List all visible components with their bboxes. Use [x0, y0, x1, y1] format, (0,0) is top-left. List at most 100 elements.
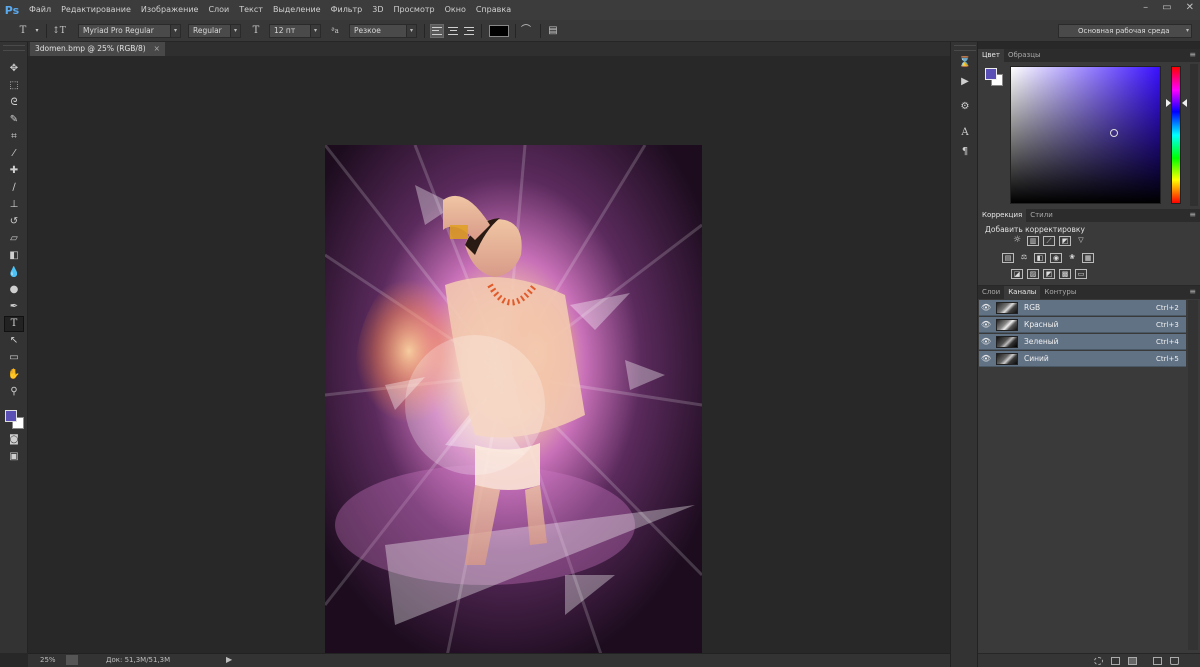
tab-styles[interactable]: Стили	[1026, 209, 1057, 222]
new-channel-icon[interactable]	[1128, 657, 1137, 665]
clone-stamp-tool-icon[interactable]: ⊥	[5, 198, 23, 212]
curves-icon[interactable]: ⟋	[1043, 236, 1055, 246]
levels-icon[interactable]: ▥	[1027, 236, 1039, 246]
menu-edit[interactable]: Редактирование	[56, 0, 136, 20]
zoom-level[interactable]: 25%	[40, 656, 56, 664]
foreground-color-swatch[interactable]	[5, 410, 17, 422]
rectangle-tool-icon[interactable]: ▭	[5, 351, 23, 365]
visibility-eye-icon[interactable]: 👁	[979, 337, 993, 346]
tool-preset-dropdown-icon[interactable]: ▾	[30, 24, 44, 38]
color-field[interactable]	[1010, 66, 1161, 204]
tool-preset-type-icon[interactable]: T	[16, 24, 30, 38]
gradient-map-icon[interactable]: ▭	[1075, 269, 1087, 279]
type-tool-icon[interactable]: T	[4, 316, 24, 332]
character-icon[interactable]: A	[958, 126, 972, 140]
eraser-tool-icon[interactable]: ▱	[5, 232, 23, 246]
zoom-tool-icon[interactable]: ⚲	[5, 385, 23, 399]
panel-grip[interactable]	[3, 45, 25, 51]
marquee-tool-icon[interactable]: ⬚	[5, 79, 23, 93]
menu-window[interactable]: Окно	[440, 0, 471, 20]
font-size-select[interactable]: 12 пт ▾	[269, 24, 321, 38]
restore-button[interactable]: ▭	[1162, 2, 1171, 13]
channel-row-red[interactable]: 👁 Красный Ctrl+3	[979, 317, 1186, 333]
menu-3d[interactable]: 3D	[367, 0, 388, 20]
crop-tool-icon[interactable]: ⌗	[5, 130, 23, 144]
foreground-color-chip[interactable]	[985, 68, 997, 80]
path-selection-tool-icon[interactable]: ↖	[5, 334, 23, 348]
menu-view[interactable]: Просмотр	[389, 0, 440, 20]
hue-slider-marker-right[interactable]	[1182, 99, 1187, 107]
share-icon[interactable]	[66, 655, 78, 665]
hue-slider-marker-left[interactable]	[1166, 99, 1171, 107]
close-button[interactable]: ✕	[1186, 2, 1194, 13]
channel-row-blue[interactable]: 👁 Синий Ctrl+5	[979, 351, 1186, 367]
color-swatches[interactable]	[5, 410, 27, 432]
close-tab-icon[interactable]: ×	[154, 42, 160, 56]
trash-icon[interactable]	[1170, 657, 1179, 665]
canvas-area[interactable]	[28, 56, 950, 666]
tab-channels[interactable]: Каналы	[1004, 286, 1041, 299]
channels-scrollbar[interactable]	[1188, 300, 1198, 650]
eyedropper-tool-icon[interactable]: ⁄	[5, 147, 23, 161]
dock-grip[interactable]	[954, 45, 976, 51]
hue-saturation-icon[interactable]: ▤	[1002, 253, 1014, 263]
character-panel-icon[interactable]: ▤	[546, 24, 560, 38]
new-channel-page-icon[interactable]	[1153, 657, 1162, 665]
tab-swatches[interactable]: Образцы	[1004, 49, 1045, 62]
channel-row-green[interactable]: 👁 Зеленый Ctrl+4	[979, 334, 1186, 350]
vibrance-icon[interactable]: ▽	[1075, 236, 1087, 246]
panel-menu-icon[interactable]: ≡	[1189, 287, 1196, 296]
text-orientation-icon[interactable]: ↕T	[52, 24, 66, 38]
move-tool-icon[interactable]: ✥	[5, 62, 23, 76]
quick-mask-icon[interactable]: ◙	[5, 433, 23, 447]
visibility-eye-icon[interactable]: 👁	[979, 354, 993, 363]
history-brush-tool-icon[interactable]: ↺	[5, 215, 23, 229]
actions-play-icon[interactable]: ▶	[958, 75, 972, 89]
document-tab[interactable]: 3domen.bmp @ 25% (RGB/8) ×	[30, 42, 165, 56]
menu-image[interactable]: Изображение	[136, 0, 204, 20]
menu-type[interactable]: Текст	[234, 0, 268, 20]
posterize-icon[interactable]: ▨	[1027, 269, 1039, 279]
brush-tool-icon[interactable]: ∕	[5, 181, 23, 195]
font-family-select[interactable]: Myriad Pro Regular ▾	[78, 24, 181, 38]
tab-adjustments[interactable]: Коррекция	[978, 209, 1027, 222]
history-icon[interactable]: ⌛	[958, 56, 972, 70]
visibility-eye-icon[interactable]: 👁	[979, 320, 993, 329]
lasso-tool-icon[interactable]: ᘓ	[5, 96, 23, 110]
panel-menu-icon[interactable]: ≡	[1189, 210, 1196, 219]
menu-file[interactable]: Файл	[24, 0, 56, 20]
properties-icon[interactable]: ⚙	[958, 100, 972, 114]
font-style-select[interactable]: Regular ▾	[188, 24, 241, 38]
photo-filter-icon[interactable]: ◉	[1050, 253, 1062, 263]
align-center-button[interactable]	[447, 25, 459, 37]
save-selection-icon[interactable]	[1111, 657, 1120, 665]
antialias-select[interactable]: Резкое ▾	[349, 24, 417, 38]
menu-layers[interactable]: Слои	[203, 0, 234, 20]
hand-tool-icon[interactable]: ✋	[5, 368, 23, 382]
visibility-eye-icon[interactable]: 👁	[979, 303, 993, 312]
brightness-contrast-icon[interactable]: ☼	[1011, 236, 1023, 246]
status-menu-arrow-icon[interactable]: ▶	[226, 655, 232, 664]
blur-tool-icon[interactable]: 💧	[5, 266, 23, 280]
workspace-select[interactable]: Основная рабочая среда ▾	[1058, 24, 1192, 38]
hue-slider[interactable]	[1171, 66, 1181, 204]
exposure-icon[interactable]: ◩	[1059, 236, 1071, 246]
tab-color[interactable]: Цвет	[978, 49, 1004, 62]
tab-layers[interactable]: Слои	[978, 286, 1004, 299]
panel-menu-icon[interactable]: ≡	[1189, 50, 1196, 59]
paragraph-icon[interactable]: ¶	[958, 145, 972, 159]
color-picker-ring[interactable]	[1110, 129, 1118, 137]
load-selection-icon[interactable]	[1094, 657, 1103, 665]
spot-healing-tool-icon[interactable]: ✚	[5, 164, 23, 178]
warp-text-icon[interactable]: ⌒	[519, 24, 533, 38]
quick-selection-tool-icon[interactable]: ✎	[5, 113, 23, 127]
minimize-button[interactable]: –	[1143, 2, 1148, 13]
color-balance-icon[interactable]: ⚖	[1018, 253, 1030, 263]
align-left-button[interactable]	[430, 24, 444, 38]
menu-filter[interactable]: Фильтр	[326, 0, 368, 20]
pen-tool-icon[interactable]: ✒	[5, 300, 23, 314]
text-color-swatch[interactable]	[489, 25, 509, 37]
color-panel-scrollbar[interactable]	[1190, 64, 1198, 206]
color-lookup-icon[interactable]: ▦	[1082, 253, 1094, 263]
black-white-icon[interactable]: ◧	[1034, 253, 1046, 263]
